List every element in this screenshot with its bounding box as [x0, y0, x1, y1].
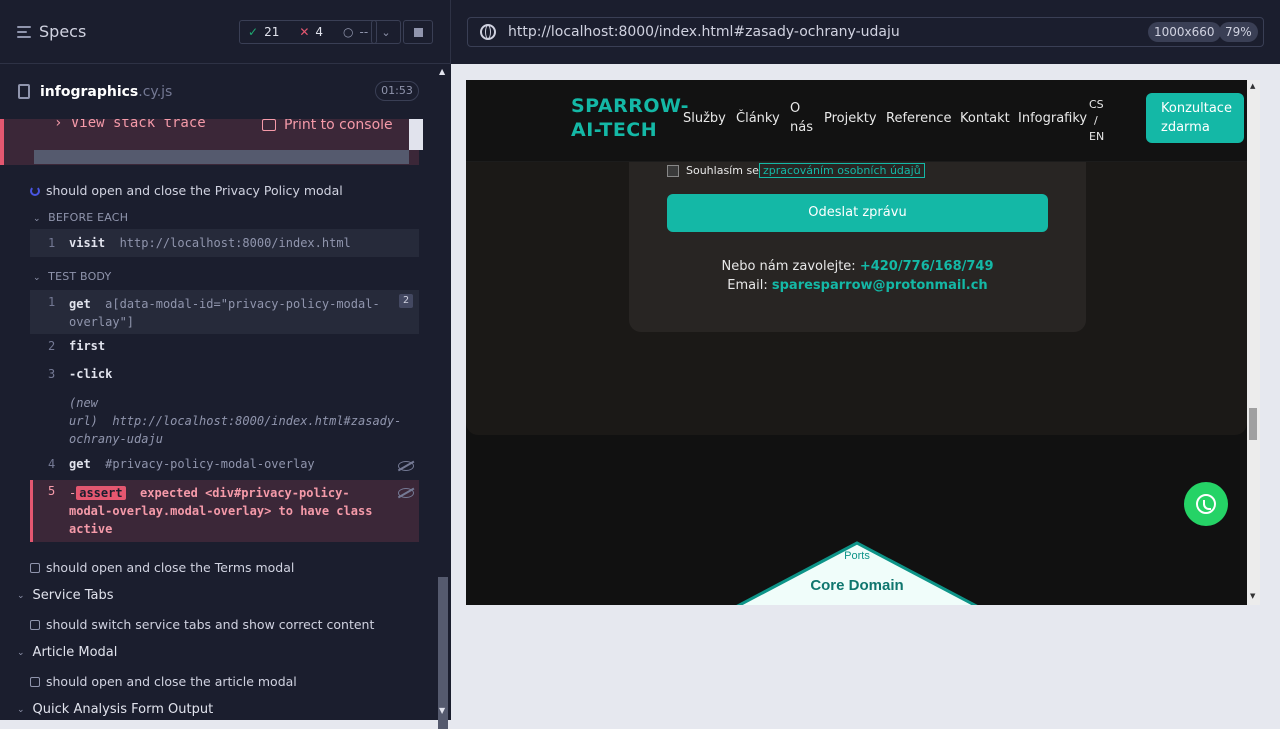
command-row[interactable]: 2 first: [30, 338, 419, 358]
error-box: › View stack trace Print to console: [0, 119, 423, 165]
runner-scrollbar[interactable]: ▲ ▼: [436, 64, 451, 729]
test-status-icon: [30, 619, 40, 630]
consultation-button[interactable]: Konzultace zdarma: [1146, 93, 1244, 143]
whatsapp-icon: [1196, 494, 1216, 514]
viewport-dimensions: 1000x660: [1148, 22, 1221, 42]
vertical-scrollbar[interactable]: [409, 119, 423, 150]
test-item[interactable]: should switch service tabs and show corr…: [30, 617, 436, 632]
file-icon: [18, 84, 30, 99]
site-logo[interactable]: SPARROW- AI-TECH: [571, 94, 689, 142]
chevron-down-icon: ⌄: [33, 273, 41, 283]
command-row[interactable]: 4 get #privacy-policy-modal-overlay: [30, 456, 419, 476]
running-spinner-icon: [30, 185, 40, 196]
contact-form-card: [629, 162, 1086, 332]
test-item[interactable]: should open and close the article modal: [30, 674, 436, 689]
site-navbar: SPARROW- AI-TECH Služby Články O nás Proj…: [466, 80, 1247, 162]
test-item[interactable]: should open and close the Terms modal: [30, 560, 436, 575]
specs-button[interactable]: Specs: [17, 22, 86, 41]
nav-o-nas[interactable]: O: [790, 101, 800, 116]
command-row[interactable]: 3 -click: [30, 366, 419, 386]
pass-check-icon: ✓: [248, 25, 259, 39]
specs-list-icon: [17, 25, 31, 38]
command-row[interactable]: 1 visit http://localhost:8000/index.html: [30, 229, 419, 257]
consent-row: Souhlasím se zpracováním osobních údajů: [667, 163, 925, 178]
chevron-down-icon: ⌄: [17, 704, 25, 715]
lang-en[interactable]: EN: [1089, 130, 1104, 143]
chevron-down-icon: ⌄: [17, 590, 25, 601]
assert-tag: assert: [76, 486, 126, 500]
url-text: http://localhost:8000/index.html#zasady-…: [508, 24, 900, 40]
email-link[interactable]: sparesparrow@protonmail.ch: [772, 278, 988, 293]
nav-kontakt[interactable]: Kontakt: [960, 111, 1010, 126]
print-to-console-button[interactable]: Print to console: [262, 119, 393, 133]
specs-title: Specs: [39, 22, 87, 41]
chevron-down-icon: ⌄: [33, 214, 41, 224]
stop-icon: [413, 27, 423, 37]
current-test[interactable]: should open and close the Privacy Policy…: [30, 183, 436, 198]
runner-header: Specs ✓ 21 ✕ 4 ○ -- ⌄: [0, 0, 450, 64]
lang-cs[interactable]: CS: [1089, 98, 1104, 111]
privacy-policy-link[interactable]: zpracováním osobních údajů: [758, 163, 925, 178]
nav-o-nas-2[interactable]: nás: [790, 120, 813, 135]
whatsapp-button[interactable]: [1184, 482, 1228, 526]
phone-link[interactable]: +420/776/168/749: [860, 259, 994, 274]
email-line: Email: sparesparrow@protonmail.ch: [727, 278, 988, 293]
nav-reference[interactable]: Reference: [886, 111, 951, 126]
lang-sep: /: [1094, 114, 1098, 127]
suite-article-modal[interactable]: ⌄ Article Modal: [17, 645, 117, 660]
suite-quick-analysis[interactable]: ⌄ Quick Analysis Form Output: [17, 702, 213, 717]
duration-badge: 01:53: [375, 81, 419, 101]
stop-button[interactable]: [403, 20, 433, 44]
scroll-down-icon[interactable]: ▼: [439, 706, 445, 715]
app-viewport: Souhlasím se zpracováním osobních údajů …: [466, 80, 1260, 605]
viewport-scrollbar[interactable]: ▲ ▼: [1247, 80, 1260, 605]
nav-infografiky[interactable]: Infografiky: [1018, 111, 1087, 126]
nav-clanky[interactable]: Články: [736, 111, 780, 126]
zoom-level: 79%: [1219, 22, 1258, 42]
view-stack-trace-button[interactable]: › View stack trace: [54, 119, 206, 131]
count-badge: 2: [399, 294, 413, 308]
scrollbar-thumb[interactable]: [1249, 408, 1257, 440]
globe-icon: [480, 24, 496, 40]
core-domain-label: Core Domain: [810, 577, 903, 594]
new-url-row: (new url) http://localhost:8000/index.ht…: [69, 396, 402, 446]
consent-checkbox[interactable]: [667, 164, 679, 177]
scroll-up-icon[interactable]: ▲: [439, 67, 445, 76]
test-status-icon: [30, 676, 40, 687]
failed-count: 4: [315, 25, 324, 39]
url-bar[interactable]: http://localhost:8000/index.html#zasady-…: [467, 17, 1264, 47]
horizontal-scrollbar[interactable]: [34, 150, 409, 164]
ports-label: Ports: [844, 550, 870, 562]
hidden-eye-icon: [398, 488, 414, 498]
architecture-diagram: Ports Core Domain: [736, 541, 978, 605]
nav-sluzby[interactable]: Služby: [683, 111, 726, 126]
scroll-down-icon[interactable]: ▼: [1250, 592, 1255, 600]
nav-projekty[interactable]: Projekty: [824, 111, 877, 126]
chevron-down-icon: ⌄: [17, 647, 25, 658]
chevron-down-icon: ⌄: [381, 25, 391, 39]
fail-x-icon: ✕: [299, 25, 310, 39]
test-status-icon: [30, 562, 40, 573]
command-log: › View stack trace Print to console shou…: [0, 119, 436, 720]
pending-count: --: [359, 25, 369, 39]
console-icon: [262, 119, 276, 131]
send-message-button[interactable]: Odeslat zprávu: [667, 194, 1048, 232]
hidden-eye-icon: [398, 461, 414, 471]
scroll-up-icon[interactable]: ▲: [1250, 82, 1255, 90]
phone-line: Nebo nám zavolejte: +420/776/168/749: [721, 259, 994, 274]
cypress-runner-panel: Specs ✓ 21 ✕ 4 ○ -- ⌄ infographics.cy.js…: [0, 0, 451, 729]
passed-count: 21: [264, 25, 280, 39]
spec-file-name[interactable]: infographics.cy.js: [40, 84, 172, 100]
chevron-down-button[interactable]: ⌄: [371, 20, 401, 44]
test-body-header[interactable]: ⌄ TEST BODY: [33, 270, 111, 283]
test-stats: ✓ 21 ✕ 4 ○ --: [239, 20, 378, 44]
before-each-header[interactable]: ⌄ BEFORE EACH: [33, 211, 128, 224]
suite-service-tabs[interactable]: ⌄ Service Tabs: [17, 588, 114, 603]
command-row[interactable]: 1 get a[data-modal-id="privacy-policy-mo…: [30, 290, 419, 334]
pending-icon: ○: [343, 25, 354, 39]
assert-row[interactable]: 5 - assert expected <div#privacy-policy-m…: [30, 480, 419, 542]
